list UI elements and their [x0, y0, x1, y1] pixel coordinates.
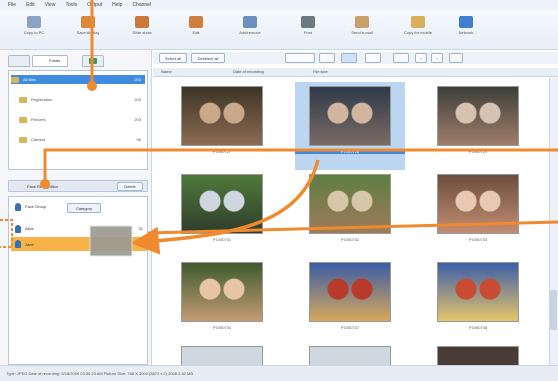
bracket-marker [0, 219, 13, 248]
pointer-line-right [147, 220, 558, 235]
annotation-overlay [0, 0, 558, 257]
drag-ghost-thumbnail [89, 225, 133, 257]
pointer-dot-folder [87, 81, 97, 91]
pointer-line-person [43, 148, 558, 183]
pointer-dot-person [40, 179, 50, 189]
